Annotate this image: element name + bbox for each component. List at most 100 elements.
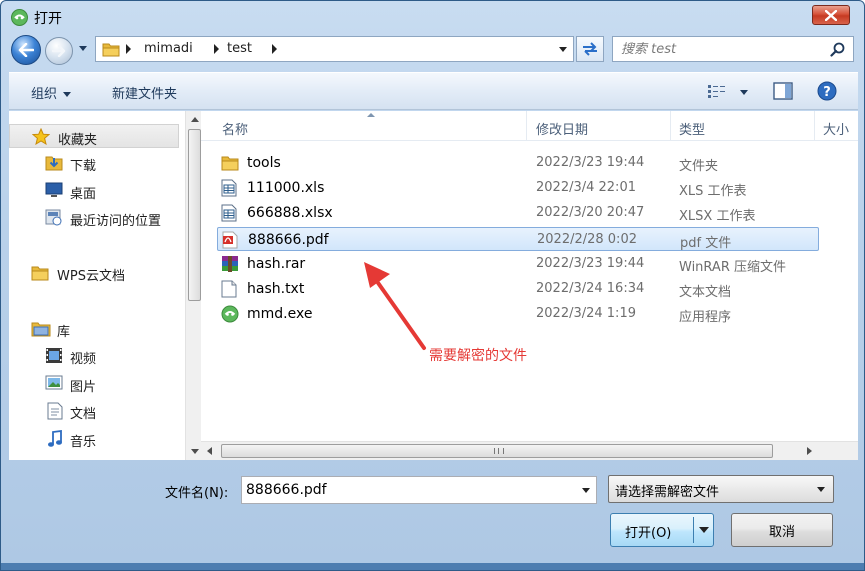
file-row[interactable]: 666888.xlsx 2022/3/20 20:47 XLSX 工作表	[217, 201, 819, 225]
column-date-header[interactable]: 修改日期	[527, 111, 671, 141]
file-modified-date: 2022/3/24 1:19	[536, 306, 636, 321]
view-dropdown-icon[interactable]	[740, 90, 748, 95]
scroll-up-icon[interactable]	[191, 117, 199, 122]
open-button-label: 打开(O)	[625, 526, 672, 541]
breadcrumb-separator-icon[interactable]	[214, 44, 219, 54]
file-row[interactable]: mmd.exe 2022/3/24 1:19 应用程序	[217, 302, 819, 326]
video-icon	[46, 348, 62, 363]
file-list-pane: 名称 修改日期 类型 大小 tools 2022/3/23 19:44 文件夹 111…	[201, 111, 858, 460]
nav-item-favorites[interactable]: 收藏夹	[9, 124, 179, 148]
new-folder-button[interactable]: 新建文件夹	[112, 83, 177, 102]
column-size-header[interactable]: 大小	[815, 111, 858, 141]
file-row[interactable]: 111000.xls 2022/3/4 22:01 XLS 工作表	[217, 176, 819, 200]
grip-icon	[494, 448, 504, 454]
nav-item-label: 音乐	[70, 435, 97, 450]
txt-file-icon	[221, 280, 237, 302]
nav-item-libraries[interactable]: 库	[9, 317, 179, 341]
nav-item-wps-cloud[interactable]: WPS云文档	[9, 261, 179, 285]
annotation-label: 需要解密的文件	[429, 348, 527, 364]
file-row[interactable]: hash.rar 2022/3/23 19:44 WinRAR 压缩文件	[217, 252, 819, 276]
close-button[interactable]	[812, 5, 850, 25]
file-type-filter-select[interactable]: 请选择需解密文件	[608, 475, 834, 503]
file-modified-date: 2022/2/28 0:02	[537, 232, 637, 247]
scroll-down-icon[interactable]	[191, 449, 199, 454]
breadcrumb-separator-icon[interactable]	[126, 44, 131, 54]
refresh-icon	[583, 42, 597, 56]
wps-cloud-folder-icon	[31, 266, 49, 281]
exe-file-icon	[221, 305, 239, 327]
xlsx-file-icon	[221, 204, 237, 226]
file-type-filter-label: 请选择需解密文件	[615, 485, 720, 500]
filename-combobox[interactable]	[241, 476, 597, 504]
address-row: mimadi test	[1, 33, 864, 69]
breadcrumb-mimadi[interactable]: mimadi	[144, 41, 193, 56]
svg-text:?: ?	[823, 85, 831, 100]
cancel-button[interactable]: 取消	[731, 513, 833, 547]
open-button[interactable]: 打开(O)	[610, 513, 714, 547]
view-options-icon[interactable]	[707, 84, 727, 98]
star-icon	[32, 128, 50, 145]
recent-pages-dropdown-icon[interactable]	[79, 46, 87, 51]
file-row[interactable]: hash.txt 2022/3/24 16:34 文本文档	[217, 277, 819, 301]
file-name: hash.rar	[247, 256, 306, 272]
search-icon[interactable]	[830, 42, 845, 57]
breadcrumb-test[interactable]: test	[227, 41, 252, 56]
file-name: 888666.pdf	[248, 232, 329, 248]
back-button[interactable]	[11, 35, 41, 65]
scroll-left-icon[interactable]	[207, 447, 212, 455]
organize-menu[interactable]: 组织	[31, 83, 72, 102]
open-options-dropdown-icon[interactable]	[699, 527, 709, 533]
filename-dropdown-icon[interactable]	[582, 488, 590, 493]
address-bar[interactable]: mimadi test	[95, 36, 574, 62]
preview-pane-icon[interactable]	[773, 82, 793, 100]
breadcrumb-separator-icon[interactable]	[272, 44, 277, 54]
title-bar: 打开	[1, 1, 864, 33]
file-list-hscrollbar[interactable]	[201, 441, 858, 460]
file-row[interactable]: 888666.pdf 2022/2/28 0:02 pdf 文件	[217, 227, 819, 251]
filename-input[interactable]	[246, 481, 566, 499]
recent-places-icon	[45, 209, 62, 226]
nav-item-recent-places[interactable]: 最近访问的位置	[9, 206, 179, 230]
desktop-icon	[45, 182, 63, 197]
hscroll-thumb[interactable]	[221, 444, 773, 458]
address-dropdown-icon[interactable]	[559, 47, 567, 52]
search-input[interactable]	[621, 40, 821, 58]
file-name: 666888.xlsx	[247, 205, 333, 221]
search-box[interactable]	[612, 36, 854, 62]
nav-item-label: 视频	[70, 352, 97, 367]
nav-scrollbar-thumb[interactable]	[188, 129, 201, 301]
file-row[interactable]: tools 2022/3/23 19:44 文件夹	[217, 151, 819, 175]
file-type: 文本文档	[679, 285, 732, 300]
forward-arrow-icon	[52, 45, 66, 57]
column-type-header[interactable]: 类型	[671, 111, 815, 141]
nav-item-documents[interactable]: 文档	[9, 399, 179, 423]
window-bottom-edge	[1, 563, 864, 570]
pdf-file-icon	[222, 231, 238, 253]
nav-item-label: 图片	[70, 380, 97, 395]
nav-item-desktop[interactable]: 桌面	[9, 179, 179, 203]
window-title: 打开	[34, 11, 62, 27]
refresh-button[interactable]	[576, 36, 604, 62]
nav-item-label: 下载	[70, 159, 97, 174]
back-arrow-icon	[18, 43, 34, 57]
nav-item-music[interactable]: 音乐	[9, 427, 179, 451]
chevron-down-icon	[817, 487, 825, 492]
file-type: XLSX 工作表	[679, 209, 756, 224]
nav-item-pictures[interactable]: 图片	[9, 372, 179, 396]
file-type: WinRAR 压缩文件	[679, 260, 786, 275]
file-type: pdf 文件	[680, 236, 732, 251]
nav-item-videos[interactable]: 视频	[9, 344, 179, 368]
folder-icon	[102, 43, 120, 57]
column-name-header[interactable]: 名称	[201, 111, 527, 141]
music-icon	[48, 430, 62, 447]
command-bar: 组织 新建文件夹 ?	[9, 72, 858, 110]
open-file-dialog: 打开 mimadi test 搜索 test 组织 新建文件夹 ? 收藏夹 下载…	[0, 0, 865, 571]
forward-button[interactable]	[45, 37, 73, 65]
nav-item-downloads[interactable]: 下载	[9, 151, 179, 175]
nav-item-label: 库	[57, 325, 71, 340]
downloads-folder-icon	[45, 156, 63, 171]
file-type: XLS 工作表	[679, 184, 747, 199]
scroll-right-icon[interactable]	[807, 447, 812, 455]
file-modified-date: 2022/3/24 16:34	[536, 281, 645, 296]
help-icon[interactable]: ?	[817, 81, 837, 101]
